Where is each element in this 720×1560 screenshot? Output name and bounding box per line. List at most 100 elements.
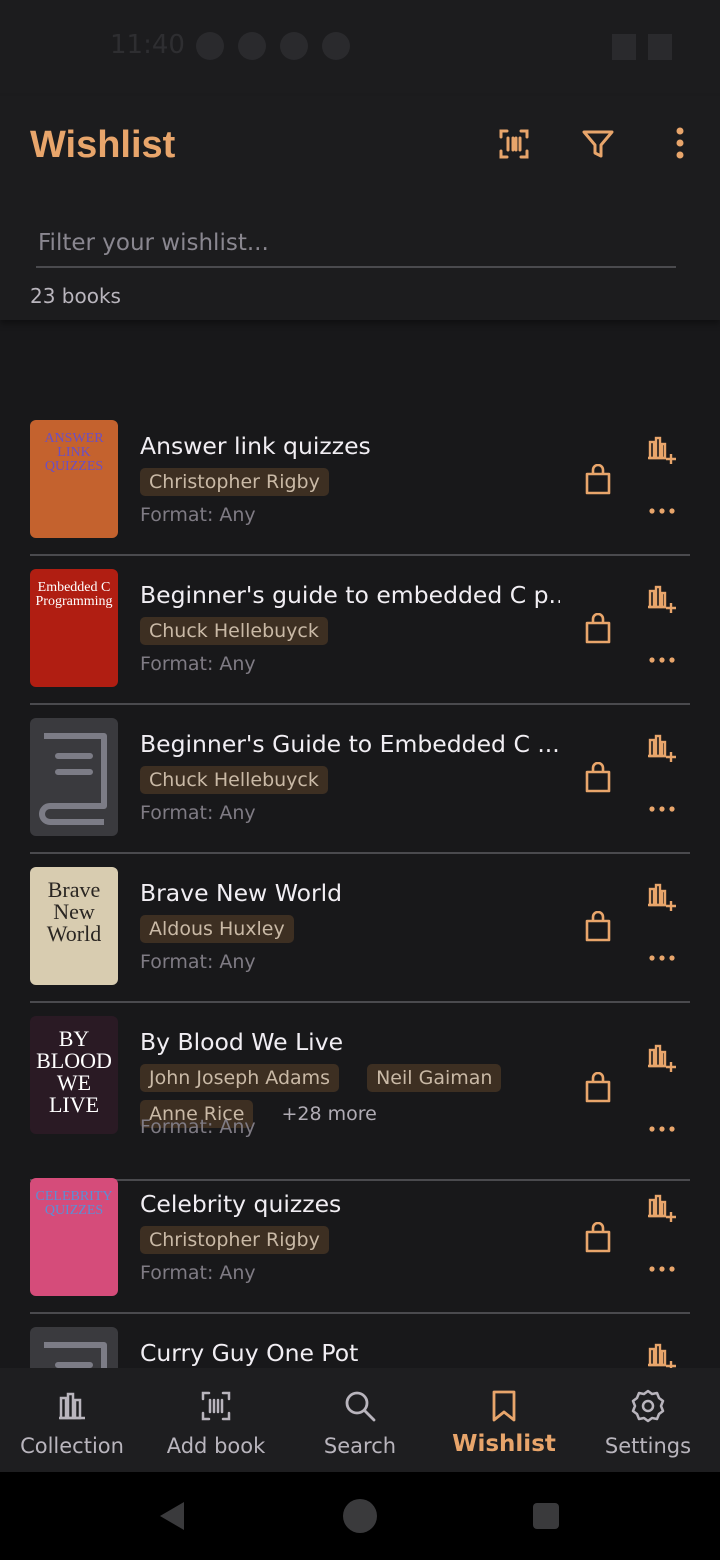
- cover-title: Embedded C Programming: [35, 580, 113, 609]
- bottom-navigation: Collection Add book Search Wishlist Sett…: [0, 1368, 720, 1472]
- author-chip[interactable]: Neil Gaiman: [367, 1064, 502, 1092]
- cover-title: BY BLOOD WE LIVE: [36, 1026, 112, 1117]
- book-format: Format: Any: [140, 504, 256, 526]
- book-title[interactable]: Beginner's guide to embedded C p...: [140, 581, 560, 609]
- row-divider: [30, 1001, 690, 1003]
- nav-item-settings[interactable]: Settings: [576, 1368, 720, 1472]
- nav-label: Settings: [604, 1434, 692, 1458]
- back-icon[interactable]: [156, 1500, 188, 1532]
- nav-item-wishlist[interactable]: Wishlist: [432, 1368, 576, 1472]
- wishlist-book-list[interactable]: ANSWER LINK QUIZZES Answer link quizzes Ch…: [0, 420, 720, 1368]
- cover-title: Brave New World: [46, 877, 102, 946]
- add-to-collection-icon[interactable]: [646, 1042, 678, 1074]
- book-row[interactable]: BY BLOOD WE LIVE By Blood We Live John Jos…: [0, 1016, 720, 1181]
- more-horizontal-icon[interactable]: [648, 804, 676, 814]
- shopping-bag-icon[interactable]: [584, 1072, 612, 1104]
- book-format: Format: Any: [140, 1116, 256, 1138]
- shopping-bag-icon[interactable]: [584, 911, 612, 943]
- author-chips: Chuck Hellebuyck: [140, 766, 560, 794]
- search-icon: [345, 1391, 376, 1422]
- book-format: Format: Any: [140, 802, 256, 824]
- book-title[interactable]: Answer link quizzes: [140, 432, 560, 460]
- nav-label: Search: [323, 1434, 397, 1458]
- system-navigation-bar: [0, 1472, 720, 1560]
- gear-icon: [631, 1389, 665, 1423]
- notification-icon: [238, 32, 266, 60]
- wifi-icon: [612, 34, 636, 60]
- cover-title: ANSWER LINK QUIZZES: [44, 431, 104, 474]
- status-bar: 11:40: [0, 0, 720, 96]
- recents-icon[interactable]: [532, 1502, 560, 1530]
- book-row[interactable]: Brave New World Brave New World Aldous Hux…: [0, 867, 720, 1003]
- add-to-collection-icon[interactable]: [646, 1341, 678, 1368]
- book-format: Format: Any: [140, 653, 256, 675]
- row-divider: [30, 703, 690, 705]
- bookmark-icon: [492, 1390, 516, 1422]
- nav-item-collection[interactable]: Collection: [0, 1368, 144, 1472]
- author-chip[interactable]: Chuck Hellebuyck: [140, 617, 328, 645]
- shopping-bag-icon[interactable]: [584, 762, 612, 794]
- battery-icon: [648, 34, 672, 60]
- author-chip[interactable]: Christopher Rigby: [140, 468, 329, 496]
- add-to-collection-icon[interactable]: [646, 732, 678, 764]
- shopping-bag-icon[interactable]: [584, 464, 612, 496]
- author-chips: Christopher Rigby: [140, 1226, 560, 1254]
- add-to-collection-icon[interactable]: [646, 434, 678, 466]
- shopping-bag-icon[interactable]: [584, 613, 612, 645]
- author-chip[interactable]: John Joseph Adams: [140, 1064, 340, 1092]
- row-divider: [30, 554, 690, 556]
- author-chip[interactable]: Christopher Rigby: [140, 1226, 329, 1254]
- book-row[interactable]: Beginner's Guide to Embedded C ... Chuck …: [0, 718, 720, 854]
- book-title[interactable]: Brave New World: [140, 879, 560, 907]
- add-to-collection-icon[interactable]: [646, 881, 678, 913]
- more-horizontal-icon[interactable]: [648, 1124, 676, 1134]
- book-title[interactable]: Beginner's Guide to Embedded C ...: [140, 730, 560, 758]
- status-system-icons: [612, 34, 672, 60]
- author-chips: Aldous Huxley: [140, 915, 560, 943]
- more-horizontal-icon[interactable]: [648, 506, 676, 516]
- more-horizontal-icon[interactable]: [648, 1264, 676, 1274]
- row-divider: [30, 1312, 690, 1314]
- book-cover[interactable]: [30, 718, 118, 836]
- book-title[interactable]: Celebrity quizzes: [140, 1190, 560, 1218]
- book-placeholder-icon: [30, 718, 118, 836]
- more-horizontal-icon[interactable]: [648, 953, 676, 963]
- book-cover[interactable]: CELEBRITY QUIZZES: [30, 1178, 118, 1296]
- overflow-menu-icon[interactable]: [660, 124, 700, 164]
- add-to-collection-icon[interactable]: [646, 1192, 678, 1224]
- book-row[interactable]: CELEBRITY QUIZZES Celebrity quizzes Christ…: [0, 1178, 720, 1314]
- author-chip[interactable]: Aldous Huxley: [140, 915, 294, 943]
- book-title[interactable]: Curry Guy One Pot: [140, 1339, 560, 1367]
- book-row[interactable]: Embedded C Programming Beginner's guide t…: [0, 569, 720, 705]
- book-title[interactable]: By Blood We Live: [140, 1028, 560, 1056]
- status-time: 11:40: [110, 30, 185, 60]
- filter-input[interactable]: [36, 220, 676, 268]
- page-title: Wishlist: [30, 124, 176, 166]
- book-cover[interactable]: [30, 1327, 118, 1368]
- barcode-scan-icon[interactable]: [494, 124, 534, 164]
- home-icon[interactable]: [342, 1498, 378, 1534]
- notification-icon: [280, 32, 308, 60]
- book-row[interactable]: Curry Guy One Pot: [0, 1327, 720, 1368]
- nav-item-search[interactable]: Search: [288, 1368, 432, 1472]
- book-cover[interactable]: Embedded C Programming: [30, 569, 118, 687]
- book-format: Format: Any: [140, 951, 256, 973]
- more-authors-label: +28 more: [281, 1103, 377, 1125]
- shopping-bag-icon[interactable]: [584, 1222, 612, 1254]
- nav-item-add-book[interactable]: Add book: [144, 1368, 288, 1472]
- add-to-collection-icon[interactable]: [646, 583, 678, 615]
- status-notification-icons: [196, 32, 350, 60]
- book-row[interactable]: ANSWER LINK QUIZZES Answer link quizzes Ch…: [0, 420, 720, 556]
- book-cover[interactable]: BY BLOOD WE LIVE: [30, 1016, 118, 1134]
- collection-icon: [59, 1392, 85, 1420]
- filter-icon[interactable]: [578, 124, 618, 164]
- author-chip[interactable]: Chuck Hellebuyck: [140, 766, 328, 794]
- barcode-scan-icon: [201, 1391, 231, 1421]
- author-chips: Christopher Rigby: [140, 468, 560, 496]
- author-chips: Chuck Hellebuyck: [140, 617, 560, 645]
- nav-label: Add book: [166, 1434, 266, 1458]
- more-horizontal-icon[interactable]: [648, 655, 676, 665]
- notification-icon: [322, 32, 350, 60]
- book-cover[interactable]: ANSWER LINK QUIZZES: [30, 420, 118, 538]
- book-cover[interactable]: Brave New World: [30, 867, 118, 985]
